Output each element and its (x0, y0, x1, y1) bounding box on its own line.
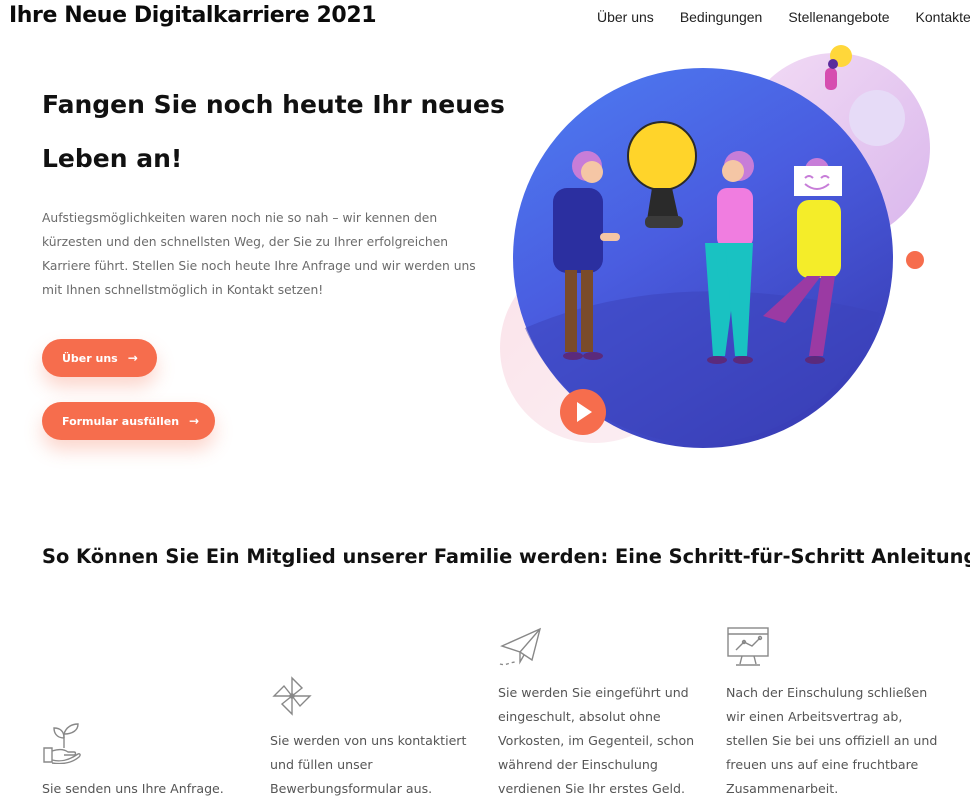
arrow-right-icon: → (127, 351, 138, 365)
pinwheel-icon (272, 676, 312, 716)
fill-form-button[interactable]: Formular ausfüllen → (42, 402, 215, 440)
site-title[interactable]: Ihre Neue Digitalkarriere 2021 (9, 3, 377, 28)
monitor-chart-icon (727, 627, 769, 666)
play-button[interactable] (560, 389, 606, 435)
main-nav: Über uns Bedingungen Stellenangebote Kon… (597, 9, 970, 25)
steps-title: So Können Sie Ein Mitglied unserer Famil… (42, 545, 970, 568)
step-text-1: Sie senden uns Ihre Anfrage. (42, 781, 224, 796)
hand-plant-icon (43, 723, 81, 764)
step-text-4: Nach der Einschulung schließen wir einen… (726, 685, 938, 796)
fill-form-button-label: Formular ausfüllen (62, 414, 180, 428)
nav-stellenangebote[interactable]: Stellenangebote (788, 9, 889, 25)
arrow-right-icon: → (189, 414, 200, 428)
decor-orange-dot (906, 251, 924, 269)
about-button[interactable]: Über uns → (42, 339, 157, 377)
about-button-label: Über uns (62, 351, 118, 365)
hero-title: Fangen Sie noch heute Ihr neues Leben an… (42, 90, 505, 173)
paper-plane-icon (499, 627, 542, 666)
nav-bedingungen[interactable]: Bedingungen (680, 9, 763, 25)
hero-illustration (500, 45, 930, 448)
nav-ueber-uns[interactable]: Über uns (597, 9, 654, 25)
nav-kontakte[interactable]: Kontakte (916, 9, 970, 25)
hero-text: Aufstiegsmöglichkeiten waren noch nie so… (42, 211, 476, 297)
decor-small-circle (849, 90, 905, 146)
step-text-2: Sie werden von uns kontaktiert und fülle… (270, 733, 467, 796)
step-text-3: Sie werden Sie eingeführt und eingeschul… (498, 685, 695, 796)
